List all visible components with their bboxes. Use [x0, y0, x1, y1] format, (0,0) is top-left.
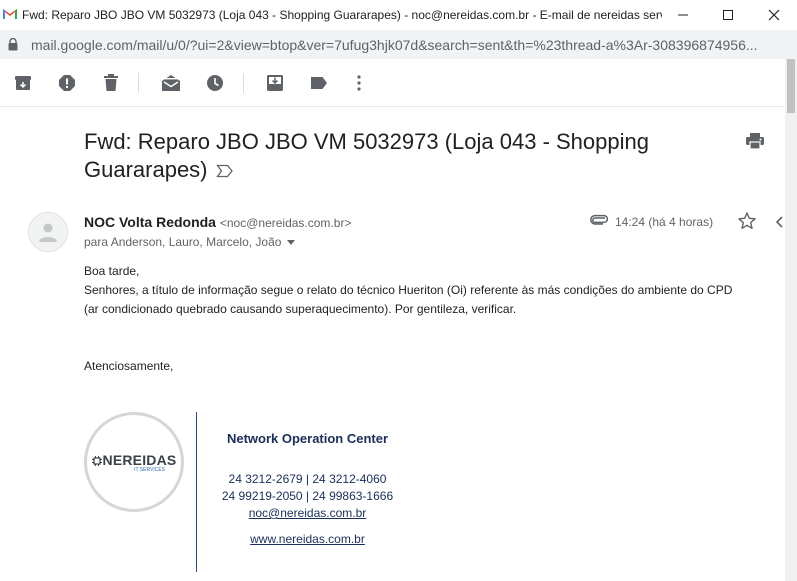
archive-button[interactable]	[11, 71, 35, 95]
signature-phones: 24 99219-2050 | 24 99863-1666	[221, 489, 394, 503]
email-subject: Fwd: Reparo JBO JBO VM 5032973 (Loja 043…	[84, 128, 684, 184]
window-title: Fwd: Reparo JBO JBO VM 5032973 (Loja 043…	[22, 8, 662, 22]
sender-line: NOC Volta Redonda <noc@nereidas.com.br>	[84, 214, 351, 230]
email-subject-text: Fwd: Reparo JBO JBO VM 5032973 (Loja 043…	[84, 129, 649, 182]
logo-text: NEREIDAS	[91, 451, 177, 468]
move-to-button[interactable]	[263, 71, 287, 95]
body-line: (ar condicionado quebrado causando super…	[84, 302, 517, 316]
report-spam-icon	[59, 75, 75, 91]
signature-block: Network Operation Center 24 3212-2679 | …	[205, 430, 410, 548]
important-marker-icon[interactable]	[215, 164, 234, 178]
signature-website-link[interactable]: www.nereidas.com.br	[205, 531, 410, 548]
more-options-button[interactable]	[347, 71, 371, 95]
mark-unread-button[interactable]	[159, 71, 183, 95]
snooze-button[interactable]	[203, 71, 227, 95]
label-button[interactable]	[307, 71, 331, 95]
toolbar-divider	[243, 73, 244, 93]
recipients-text: para Anderson, Lauro, Marcelo, João	[84, 235, 282, 249]
logo-name: NEREIDAS	[102, 451, 177, 468]
default-avatar-icon	[39, 223, 57, 242]
recipients-line[interactable]: para Anderson, Lauro, Marcelo, João	[84, 235, 296, 249]
close-icon	[768, 9, 780, 21]
body-greeting: Boa tarde,	[84, 264, 140, 278]
chevron-down-icon[interactable]	[287, 240, 296, 246]
avatar[interactable]	[28, 212, 68, 252]
url-text[interactable]: mail.google.com/mail/u/0/?ui=2&view=btop…	[31, 37, 776, 53]
circuit-icon	[91, 455, 102, 466]
body-closing: Atenciosamente,	[84, 359, 174, 373]
sender-email: <noc@nereidas.com.br>	[219, 216, 352, 230]
vertical-scrollbar[interactable]	[785, 59, 797, 581]
company-logo: NEREIDAS IT SERVICES	[84, 412, 184, 512]
signature-divider	[196, 412, 197, 572]
report-spam-button[interactable]	[55, 71, 79, 95]
window-title-bar: Fwd: Reparo JBO JBO VM 5032973 (Loja 043…	[0, 0, 797, 30]
lock-icon	[8, 38, 18, 51]
email-toolbar	[0, 59, 785, 107]
body-line: Senhores, a título de informação segue o…	[84, 283, 733, 297]
signature-email-link[interactable]: noc@nereidas.com.br	[205, 505, 410, 522]
label-icon	[311, 77, 327, 89]
archive-icon	[15, 76, 31, 90]
email-timestamp: 14:24 (há 4 horas)	[615, 215, 714, 229]
more-vert-icon	[357, 75, 361, 91]
snooze-icon	[207, 75, 223, 91]
reply-icon[interactable]	[776, 216, 785, 228]
attachment-icon	[590, 214, 608, 225]
mark-unread-icon	[162, 75, 180, 91]
toolbar-divider	[138, 73, 139, 93]
sender-name[interactable]: NOC Volta Redonda	[84, 214, 216, 230]
close-button[interactable]	[751, 0, 797, 30]
maximize-icon	[723, 10, 733, 20]
print-icon[interactable]	[745, 131, 765, 151]
address-bar[interactable]: mail.google.com/mail/u/0/?ui=2&view=btop…	[0, 30, 797, 59]
maximize-button[interactable]	[705, 0, 751, 30]
delete-icon	[104, 74, 118, 91]
delete-button[interactable]	[99, 71, 123, 95]
signature-title: Network Operation Center	[226, 431, 389, 446]
email-body: Boa tarde, Senhores, a título de informa…	[84, 262, 781, 376]
scrollbar-thumb[interactable]	[787, 59, 795, 113]
star-icon[interactable]	[737, 211, 757, 231]
minimize-icon	[678, 14, 688, 16]
move-to-icon	[267, 75, 283, 91]
logo-tagline: IT SERVICES	[134, 466, 165, 473]
gmail-icon	[3, 8, 17, 19]
signature-phones: 24 3212-2679 | 24 3212-4060	[228, 472, 387, 486]
minimize-button[interactable]	[660, 0, 706, 30]
